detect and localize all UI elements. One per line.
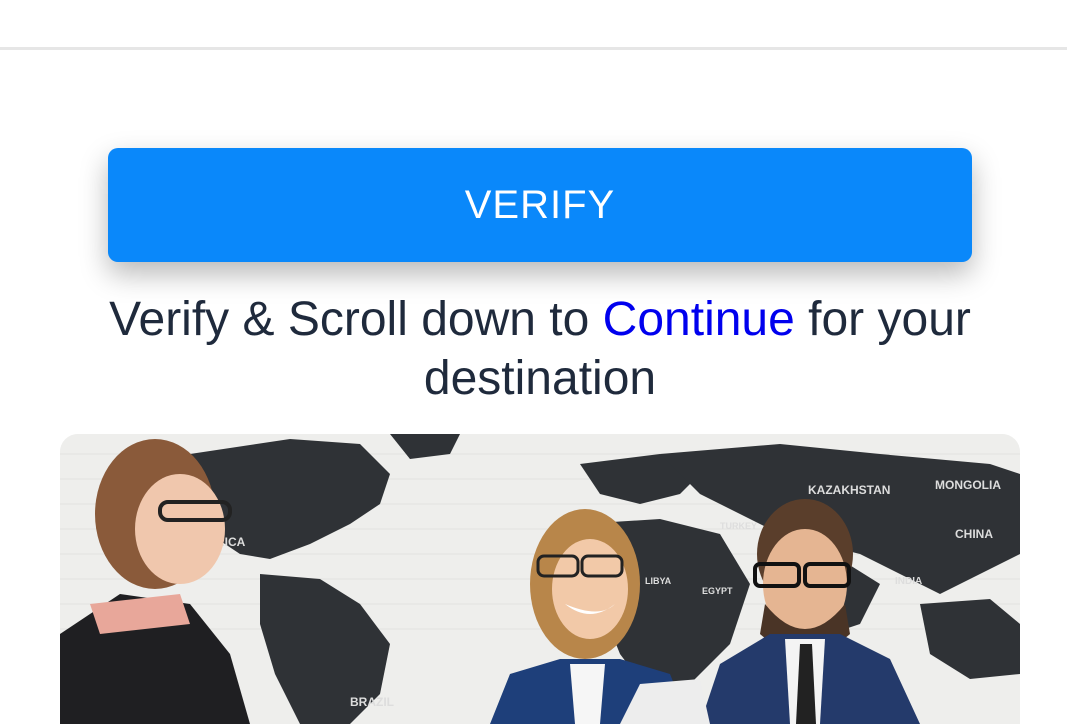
map-label-turkey: TURKEY [720,521,757,531]
hero-illustration: KAZAKHSTAN MONGOLIA CHINA ERICA BRAZIL E… [60,434,1020,724]
continue-link[interactable]: Continue [603,293,795,346]
map-label-china: CHINA [955,527,993,541]
map-label-india: INDIA [895,576,922,587]
verify-container: VERIFY [108,148,972,262]
map-label-libya: LIBYA [645,576,672,586]
instruction-prefix: Verify & Scroll down to [109,293,603,346]
instruction-text: Verify & Scroll down to Continue for you… [60,290,1020,408]
map-label-brazil: BRAZIL [350,695,394,709]
top-bar [0,0,1067,50]
map-label-mongolia: MONGOLIA [935,478,1001,492]
hero-image: KAZAKHSTAN MONGOLIA CHINA ERICA BRAZIL E… [60,434,1020,724]
verify-button[interactable]: VERIFY [108,148,972,262]
map-label-egypt: EGYPT [702,586,733,596]
map-label-kazakhstan: KAZAKHSTAN [808,483,890,497]
